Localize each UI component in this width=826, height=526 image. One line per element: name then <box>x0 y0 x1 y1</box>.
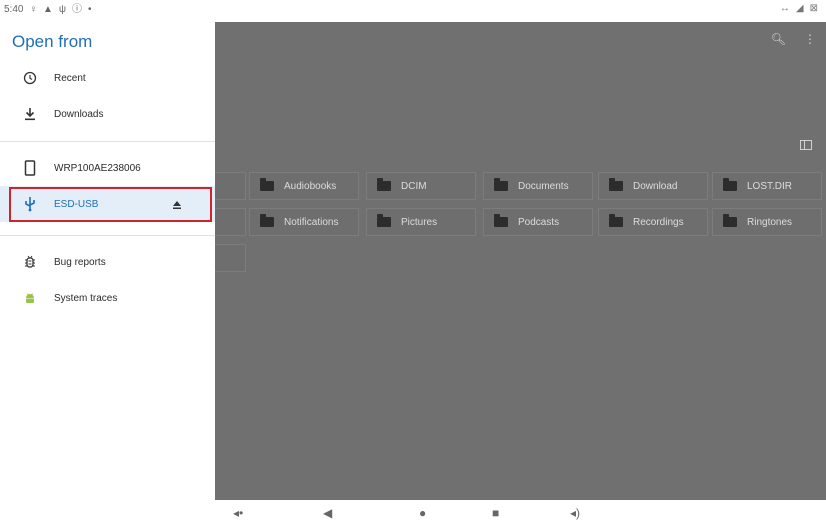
navigation-drawer: Open from Recent Downloads WRP100AE23800… <box>0 22 215 526</box>
folder-tile[interactable]: Documents <box>483 172 593 200</box>
content-scrim[interactable]: 🔍︎ ⋮ <box>215 22 826 500</box>
folder-label: LOST.DIR <box>747 180 793 192</box>
folder-tile-partial[interactable] <box>215 244 246 272</box>
folder-label: Documents <box>518 180 569 192</box>
folder-tile[interactable]: Recordings <box>598 208 708 236</box>
vibrate-icon: ↔ <box>779 3 790 14</box>
folder-tile[interactable]: DCIM <box>366 172 476 200</box>
folder-tile[interactable]: Ringtones <box>712 208 822 236</box>
drawer-item-device[interactable]: WRP100AE238006 <box>0 150 215 186</box>
android-icon <box>20 288 40 308</box>
more-vert-icon[interactable]: ⋮ <box>804 32 816 46</box>
drawer-item-label: Downloads <box>54 108 104 120</box>
list-view-icon[interactable] <box>800 140 812 150</box>
status-right: ↔ ◢ ⊠ <box>780 3 818 14</box>
notification-icon: ♀ <box>29 4 37 15</box>
folder-label: Recordings <box>633 216 684 228</box>
drawer-item-label: Bug reports <box>54 256 106 268</box>
info-icon: ⓘ <box>72 4 83 15</box>
overview-icon[interactable]: ■ <box>492 506 499 520</box>
alarm-icon: ▲ <box>42 4 53 15</box>
dot-icon: • <box>88 4 92 15</box>
folder-tile-partial[interactable] <box>215 172 246 200</box>
folder-icon <box>609 178 623 191</box>
folder-label: Podcasts <box>518 216 560 228</box>
status-time: 5:40 <box>4 4 24 15</box>
volume-down-icon[interactable]: ◂• <box>233 506 243 520</box>
status-bar: 5:40 ♀ ▲ ψ ⓘ • ↔ ◢ ⊠ <box>0 0 826 22</box>
volume-up-icon[interactable]: ◂) <box>570 506 580 520</box>
folder-tile-partial[interactable] <box>215 208 246 236</box>
folder-label: Pictures <box>401 216 438 228</box>
drawer-item-label: System traces <box>54 292 118 304</box>
drawer-item-recent[interactable]: Recent <box>0 60 215 96</box>
search-icon[interactable]: 🔍︎ <box>771 32 786 46</box>
folder-label: Download <box>633 180 678 192</box>
system-nav-bar: ◂• ◀ ● ■ ◂) <box>215 500 826 526</box>
folder-tile[interactable]: Pictures <box>366 208 476 236</box>
folder-label: Audiobooks <box>284 180 337 192</box>
download-icon <box>20 104 40 124</box>
bug-icon <box>20 252 40 272</box>
topbar-actions: 🔍︎ ⋮ <box>771 32 816 46</box>
folder-label: Ringtones <box>747 216 793 228</box>
battery-icon: ◢ <box>795 3 804 14</box>
folder-icon <box>609 214 623 227</box>
folder-icon <box>377 214 391 227</box>
status-left: 5:40 ♀ ▲ ψ ⓘ • <box>4 3 92 17</box>
home-icon[interactable]: ● <box>419 506 426 520</box>
folder-tile[interactable]: Audiobooks <box>249 172 359 200</box>
folder-label: Notifications <box>284 216 339 228</box>
drawer-item-bug-reports[interactable]: Bug reports <box>0 244 215 280</box>
folder-icon <box>723 178 737 191</box>
back-icon[interactable]: ◀ <box>323 506 332 520</box>
wifi-off-icon: ⊠ <box>809 3 818 14</box>
drawer-divider <box>0 141 215 142</box>
drawer-divider <box>0 235 215 236</box>
folder-tile[interactable]: Download <box>598 172 708 200</box>
drawer-item-downloads[interactable]: Downloads <box>0 96 215 132</box>
drawer-title: Open from <box>12 32 93 51</box>
folder-icon <box>377 178 391 191</box>
folder-icon <box>260 214 274 227</box>
folder-icon <box>494 178 508 191</box>
selection-highlight-box <box>9 187 212 222</box>
folder-tile[interactable]: Podcasts <box>483 208 593 236</box>
folder-label: DCIM <box>401 180 427 192</box>
folder-icon <box>494 214 508 227</box>
folder-icon <box>260 178 274 191</box>
folder-tile[interactable]: Notifications <box>249 208 359 236</box>
folder-icon <box>723 214 737 227</box>
drawer-item-label: Recent <box>54 72 86 84</box>
usb-icon: ψ <box>58 4 67 15</box>
drawer-item-system-traces[interactable]: System traces <box>0 280 215 316</box>
clock-icon <box>20 68 40 88</box>
device-icon <box>20 158 40 178</box>
folder-tile[interactable]: LOST.DIR <box>712 172 822 200</box>
drawer-item-label: WRP100AE238006 <box>54 162 141 174</box>
